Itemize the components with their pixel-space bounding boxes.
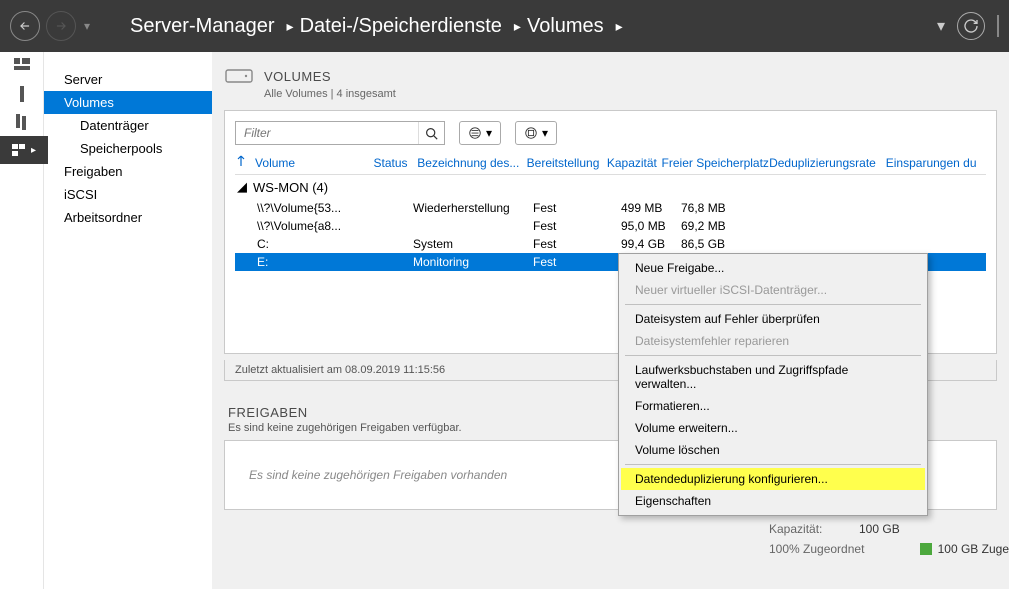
col-status[interactable]: Status [374,155,418,170]
menu-new-share[interactable]: Neue Freigabe... [621,257,925,279]
nav-dropdown-icon[interactable]: ▾ [84,19,90,33]
sidebar-item-pools[interactable]: Speicherpools [44,137,212,160]
col-volume[interactable]: Volume [255,155,373,170]
cell-provision: Fest [533,201,621,215]
menu-configure-dedup[interactable]: Datendeduplizierung konfigurieren... [621,468,925,490]
filter-input[interactable] [236,126,418,140]
save-view-button[interactable]: ▾ [515,121,557,145]
menu-check-fs[interactable]: Dateisystem auf Fehler überprüfen [621,308,925,330]
breadcrumb: Server-Manager ▸ Datei-/Speicherdienste … [130,15,937,38]
back-button[interactable] [10,11,40,41]
cell-label: System [413,237,533,251]
dash-icon: ▾ [937,16,945,36]
servers-icon[interactable] [0,80,43,108]
group-header[interactable]: ◢ WS-MON (4) [235,175,986,199]
cell-volume: \\?\Volume{a8... [257,219,365,233]
breadcrumb-item[interactable]: Server-Manager [130,15,275,38]
cell-provision: Fest [533,255,621,269]
all-servers-icon[interactable] [0,108,43,136]
cell-volume: \\?\Volume{53... [257,201,365,215]
sort-icon[interactable] [235,155,247,170]
sidebar-item-shares[interactable]: Freigaben [44,160,212,183]
cell-volume: C: [257,237,365,251]
cell-label: Wiederherstellung [413,201,533,215]
disk-icon [224,66,256,86]
cell-free: 76,8 MB [681,201,799,215]
color-swatch-icon [920,543,932,555]
titlebar: ▾ Server-Manager ▸ Datei-/Speicherdienst… [0,0,1009,52]
collapse-icon[interactable]: ◢ [237,179,247,195]
context-menu: Neue Freigabe... Neuer virtueller iSCSI-… [618,253,928,516]
cell-free: 86,5 GB [681,237,799,251]
menu-extend[interactable]: Volume erweitern... [621,417,925,439]
menu-delete[interactable]: Volume löschen [621,439,925,461]
sidebar-item-workfolders[interactable]: Arbeitsordner [44,206,212,229]
sidebar-item-server[interactable]: Server [44,68,212,91]
cell-provision: Fest [533,219,621,233]
col-dedup[interactable]: Deduplizierungsrate [769,155,886,170]
sidebar-item-iscsi[interactable]: iSCSI [44,183,212,206]
menu-properties[interactable]: Eigenschaften [621,490,925,512]
menu-separator [625,355,921,356]
separator [997,15,999,37]
cell-label: Monitoring [413,255,533,269]
group-label: WS-MON (4) [253,180,328,195]
chevron-right-icon: ▸ [287,18,294,35]
cell-provision: Fest [533,237,621,251]
cell-capacity: 499 MB [621,201,681,215]
detail-allocated-value: 100 GB Zuge [938,542,1009,556]
table-row[interactable]: C: System Fest 99,4 GB 86,5 GB [235,235,986,253]
volumes-subtitle: Alle Volumes | 4 insgesamt [264,88,997,100]
breadcrumb-item[interactable]: Datei-/Speicherdienste [300,15,502,38]
col-provision[interactable]: Bereitstellung [527,155,607,170]
detail-capacity-label: Kapazität: [769,522,859,536]
table-row[interactable]: \\?\Volume{53... Wiederherstellung Fest … [235,199,986,217]
storage-icon[interactable]: ▸ [0,136,48,164]
menu-new-iscsi: Neuer virtueller iSCSI-Datenträger... [621,279,925,301]
sidebar: Server Volumes Datenträger Speicherpools… [44,52,212,589]
menu-repair-fs: Dateisystemfehler reparieren [621,330,925,352]
volumes-title: VOLUMES [264,69,331,84]
detail-capacity-value: 100 GB [859,522,900,536]
menu-separator [625,304,921,305]
col-label[interactable]: Bezeichnung des... [417,155,526,170]
icon-strip: ▸ [0,52,44,589]
volume-detail: Kapazität: 100 GB 100% Zugeordnet 100 GB… [769,522,1009,562]
search-icon[interactable] [418,122,444,144]
sidebar-item-disks[interactable]: Datenträger [44,114,212,137]
col-free[interactable]: Freier Speicherplatz [662,155,770,170]
cell-free: 69,2 MB [681,219,799,233]
table-row[interactable]: \\?\Volume{a8... Fest 95,0 MB 69,2 MB [235,217,986,235]
menu-separator [625,464,921,465]
chevron-right-icon: ▸ [514,18,521,35]
cell-capacity: 95,0 MB [621,219,681,233]
cell-volume: E: [257,255,365,269]
col-savings[interactable]: Einsparungen du [886,155,986,170]
cell-capacity: 99,4 GB [621,237,681,251]
detail-allocated-label: 100% Zugeordnet [769,542,864,556]
filter-box [235,121,445,145]
sidebar-item-volumes[interactable]: Volumes [44,91,212,114]
chevron-right-icon: ▸ [616,18,623,35]
col-capacity[interactable]: Kapazität [607,155,662,170]
forward-button[interactable] [46,11,76,41]
refresh-button[interactable] [957,12,985,40]
dashboard-icon[interactable] [0,52,43,80]
breadcrumb-item[interactable]: Volumes [527,15,604,38]
view-options-button[interactable]: ▾ [459,121,501,145]
menu-drive-paths[interactable]: Laufwerksbuchstaben und Zugriffspfade ve… [621,359,925,395]
menu-format[interactable]: Formatieren... [621,395,925,417]
